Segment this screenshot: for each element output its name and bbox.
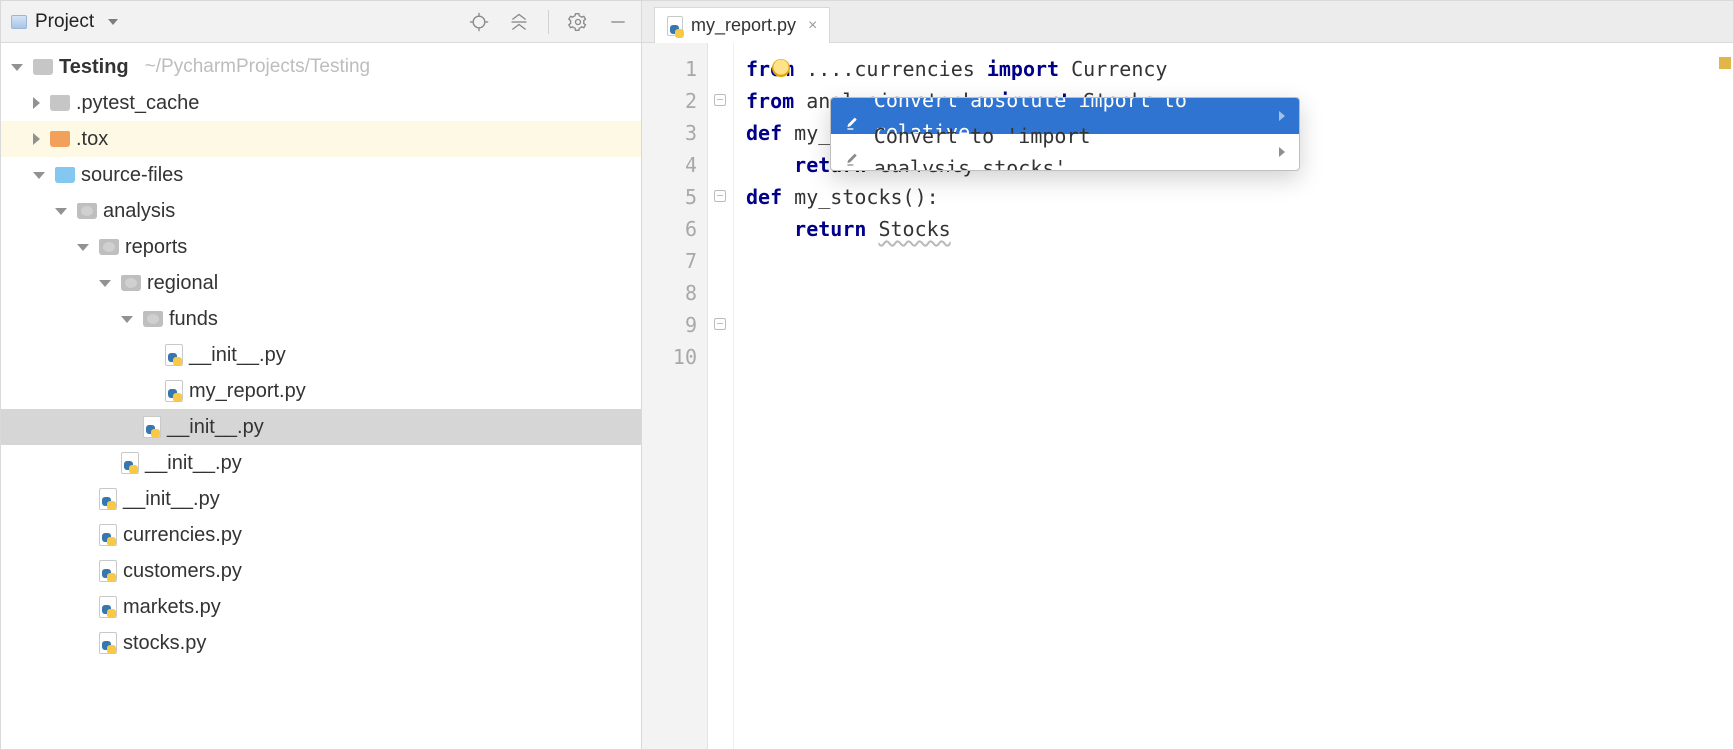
folder-icon <box>99 239 119 255</box>
tree-node-label: my_report.py <box>189 380 306 403</box>
expand-toggle-icon[interactable] <box>121 316 133 323</box>
intention-bulb-icon[interactable] <box>772 59 790 77</box>
expand-toggle-icon[interactable] <box>33 133 40 145</box>
tree-node-label: funds <box>169 308 218 331</box>
tree-node[interactable]: customers.py <box>1 553 641 589</box>
fold-gutter <box>708 43 734 749</box>
chevron-right-icon <box>1279 147 1285 157</box>
chevron-right-icon <box>1279 111 1285 121</box>
intention-label: Convert to 'import analysis.stocks' <box>874 120 1267 171</box>
minimize-icon[interactable] <box>605 9 631 35</box>
tree-node-label: __init__.py <box>123 488 220 511</box>
code-lines[interactable]: Convert absolute import to relativeConve… <box>734 43 1717 749</box>
tree-node-path: ~/PycharmProjects/Testing <box>145 56 370 78</box>
project-header: Project <box>1 1 641 43</box>
locate-icon[interactable] <box>466 9 492 35</box>
python-file-icon <box>165 380 183 402</box>
expand-toggle-icon[interactable] <box>33 97 40 109</box>
folder-icon <box>121 275 141 291</box>
folder-icon <box>33 59 53 75</box>
tree-node-label: __init__.py <box>167 416 264 439</box>
fold-toggle-icon[interactable] <box>714 94 726 106</box>
expand-toggle-icon[interactable] <box>33 172 45 179</box>
editor-tab-label: my_report.py <box>691 15 796 36</box>
expand-toggle-icon[interactable] <box>55 208 67 215</box>
gear-icon[interactable] <box>565 9 591 35</box>
tree-node[interactable]: my_report.py <box>1 373 641 409</box>
tree-node[interactable]: .pytest_cache <box>1 85 641 121</box>
expand-toggle-icon[interactable] <box>77 244 89 251</box>
close-icon[interactable]: × <box>808 17 817 35</box>
tree-node-label: markets.py <box>123 596 221 619</box>
tree-node-label: customers.py <box>123 560 242 583</box>
tree-node[interactable]: regional <box>1 265 641 301</box>
editor-area: my_report.py × 12345678910 Convert absol… <box>642 1 1733 749</box>
folder-icon <box>50 131 70 147</box>
tree-node[interactable]: __init__.py <box>1 337 641 373</box>
line-number-gutter: 12345678910 <box>642 43 708 749</box>
tree-node-label: reports <box>125 236 187 259</box>
tree-node-label: source-files <box>81 164 183 187</box>
folder-icon <box>77 203 97 219</box>
editor-tab[interactable]: my_report.py × <box>654 7 830 43</box>
python-file-icon <box>99 632 117 654</box>
folder-icon <box>50 95 70 111</box>
folder-icon <box>55 167 75 183</box>
fold-toggle-icon[interactable] <box>714 318 726 330</box>
tree-node-label: __init__.py <box>189 344 286 367</box>
tree-node-label: Testing <box>59 56 129 79</box>
intention-item[interactable]: Convert to 'import analysis.stocks' <box>831 134 1299 170</box>
tree-node[interactable]: __init__.py <box>1 481 641 517</box>
marker-strip[interactable] <box>1717 43 1733 749</box>
fold-toggle-icon[interactable] <box>714 190 726 202</box>
tree-node[interactable]: .tox <box>1 121 641 157</box>
tree-node-label: .pytest_cache <box>76 92 199 115</box>
tree-node-label: __init__.py <box>145 452 242 475</box>
python-file-icon <box>143 416 161 438</box>
tree-node[interactable]: __init__.py <box>1 445 641 481</box>
tree-node-label: analysis <box>103 200 175 223</box>
intention-popup: Convert absolute import to relativeConve… <box>830 97 1300 171</box>
project-tree[interactable]: Testing ~/PycharmProjects/Testing .pytes… <box>1 43 641 667</box>
chevron-down-icon <box>108 19 118 25</box>
tree-node-label: stocks.py <box>123 632 206 655</box>
tree-node[interactable]: currencies.py <box>1 517 641 553</box>
tree-node[interactable]: source-files <box>1 157 641 193</box>
intention-icon <box>845 108 862 124</box>
python-file-icon <box>667 16 683 36</box>
separator <box>548 10 549 34</box>
collapse-all-icon[interactable] <box>506 9 532 35</box>
project-title: Project <box>35 11 94 33</box>
tree-root[interactable]: Testing ~/PycharmProjects/Testing <box>1 49 641 85</box>
project-icon <box>11 15 27 29</box>
tree-node-label: currencies.py <box>123 524 242 547</box>
python-file-icon <box>99 524 117 546</box>
python-file-icon <box>121 452 139 474</box>
tree-node[interactable]: __init__.py <box>1 409 641 445</box>
project-tool-window: Project <box>1 1 642 749</box>
intention-icon <box>845 144 862 160</box>
tree-node[interactable]: stocks.py <box>1 625 641 661</box>
tree-node[interactable]: analysis <box>1 193 641 229</box>
expand-toggle-icon[interactable] <box>11 64 23 71</box>
tree-node-label: .tox <box>76 128 108 151</box>
folder-icon <box>143 311 163 327</box>
tree-node[interactable]: funds <box>1 301 641 337</box>
python-file-icon <box>99 488 117 510</box>
editor-tabbar: my_report.py × <box>642 1 1733 43</box>
python-file-icon <box>165 344 183 366</box>
expand-toggle-icon[interactable] <box>99 280 111 287</box>
warning-marker[interactable] <box>1719 57 1731 69</box>
tree-node[interactable]: markets.py <box>1 589 641 625</box>
code-editor[interactable]: 12345678910 Convert absolute import to r… <box>642 43 1733 749</box>
tree-node[interactable]: reports <box>1 229 641 265</box>
python-file-icon <box>99 560 117 582</box>
project-view-selector[interactable]: Project <box>11 11 118 33</box>
tree-node-label: regional <box>147 272 218 295</box>
python-file-icon <box>99 596 117 618</box>
